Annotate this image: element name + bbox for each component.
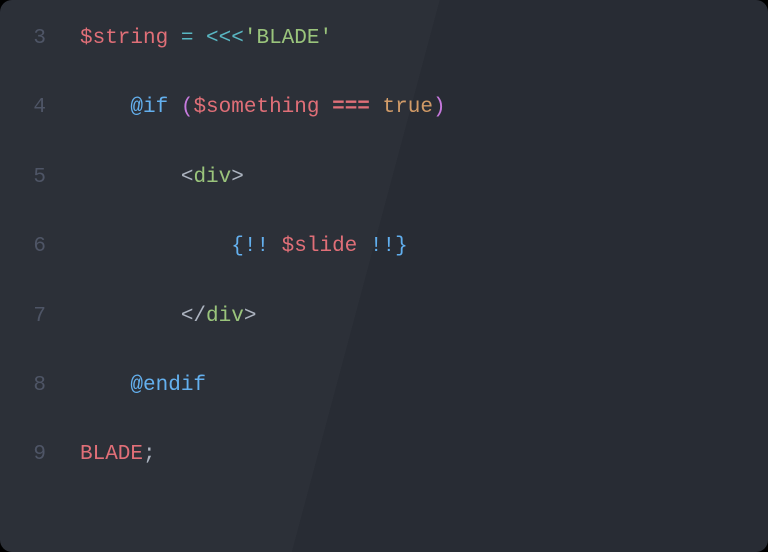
token — [370, 96, 383, 119]
token: div — [193, 166, 231, 189]
indent — [80, 166, 181, 189]
token: > — [244, 305, 257, 328]
code-content: {!! $slide !!} — [80, 232, 408, 261]
token: @if — [130, 96, 168, 119]
line-number: 5 — [20, 163, 80, 192]
token: {!! — [231, 235, 269, 258]
token — [168, 96, 181, 119]
code-content: <div> — [80, 163, 244, 192]
token: div — [206, 305, 244, 328]
token: ) — [433, 96, 446, 119]
token: @endif — [130, 374, 206, 397]
code-line: 3$string = <<<'BLADE' — [0, 24, 768, 53]
indent — [80, 305, 181, 328]
token: true — [383, 96, 433, 119]
code-content: </div> — [80, 302, 256, 331]
token: $slide — [282, 235, 358, 258]
code-editor: 3$string = <<<'BLADE' 4 @if ($something =… — [0, 0, 768, 552]
code-content: $string = <<<'BLADE' — [80, 24, 332, 53]
code-line: 4 @if ($something === true) — [0, 93, 768, 122]
indent — [80, 374, 130, 397]
token: = — [181, 27, 194, 50]
code-body: 3$string = <<<'BLADE' 4 @if ($something =… — [0, 24, 768, 470]
token — [193, 27, 206, 50]
line-number: 9 — [20, 440, 80, 469]
token — [319, 96, 332, 119]
code-line: 8 @endif — [0, 371, 768, 400]
code-content: @if ($something === true) — [80, 93, 446, 122]
line-number: 7 — [20, 302, 80, 331]
token: ( — [181, 96, 194, 119]
token: !!} — [370, 235, 408, 258]
token — [357, 235, 370, 258]
token: === — [332, 96, 370, 119]
token — [168, 27, 181, 50]
code-line: 7 </div> — [0, 302, 768, 331]
code-line: 9BLADE; — [0, 440, 768, 469]
token: > — [231, 166, 244, 189]
indent — [80, 96, 130, 119]
code-content: @endif — [80, 371, 206, 400]
token: < — [181, 166, 194, 189]
token: ; — [143, 443, 156, 466]
indent — [80, 235, 231, 258]
code-line: 5 <div> — [0, 163, 768, 192]
token: $something — [193, 96, 319, 119]
line-number: 3 — [20, 24, 80, 53]
token: <<< — [206, 27, 244, 50]
line-number: 4 — [20, 93, 80, 122]
code-line: 6 {!! $slide !!} — [0, 232, 768, 261]
line-number: 8 — [20, 371, 80, 400]
token: 'BLADE' — [244, 27, 332, 50]
token — [269, 235, 282, 258]
token: BLADE — [80, 443, 143, 466]
line-number: 6 — [20, 232, 80, 261]
token: $string — [80, 27, 168, 50]
token: </ — [181, 305, 206, 328]
code-content: BLADE; — [80, 440, 156, 469]
